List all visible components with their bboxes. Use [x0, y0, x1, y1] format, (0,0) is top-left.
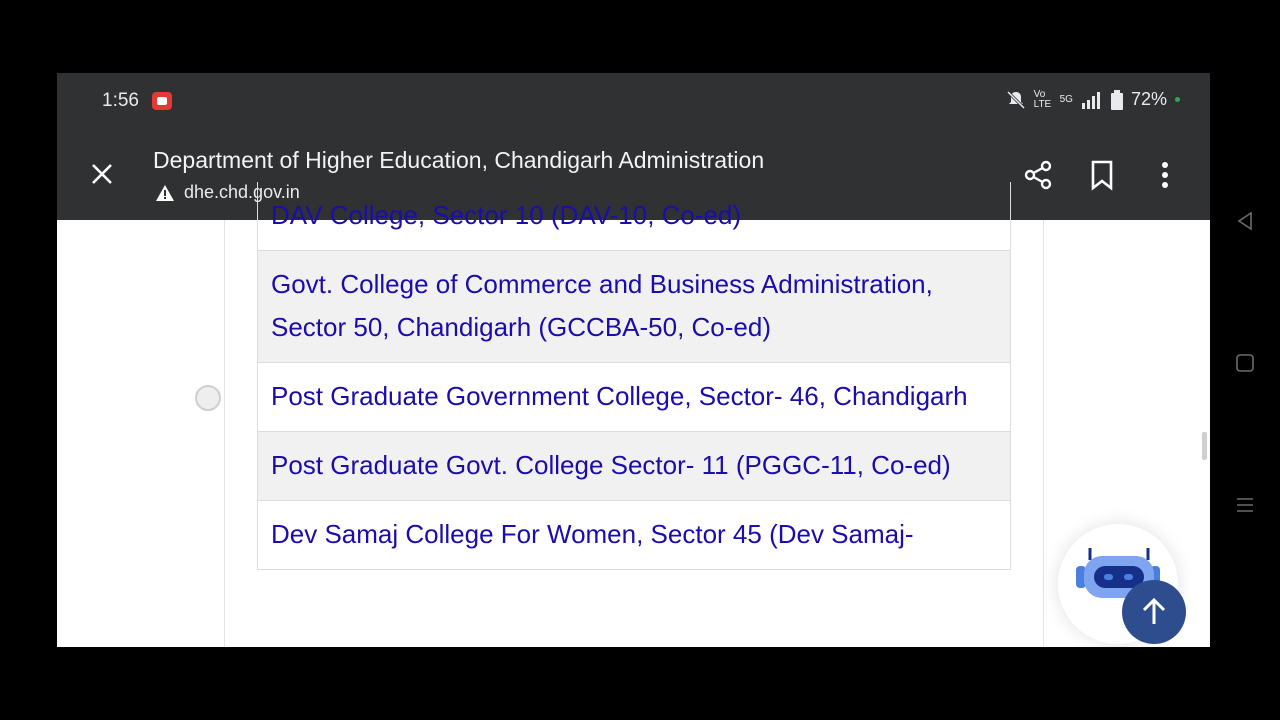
volte-label: Vo LTE: [1033, 88, 1052, 110]
bookmark-icon[interactable]: [1086, 159, 1118, 191]
status-time: 1:56: [102, 90, 139, 111]
college-link[interactable]: DAV College, Sector 10 (DAV-10, Co-ed): [258, 182, 1010, 251]
divider: [1043, 220, 1044, 647]
system-nav-bar: [1210, 73, 1280, 647]
page-content: DAV College, Sector 10 (DAV-10, Co-ed) G…: [57, 182, 1210, 647]
more-options-icon[interactable]: [1149, 159, 1181, 191]
back-icon[interactable]: [1234, 210, 1256, 232]
scrollbar-thumb[interactable]: [1202, 432, 1207, 460]
page-title: Department of Higher Education, Chandiga…: [153, 147, 765, 173]
battery-icon: [1110, 89, 1123, 110]
privacy-dot-icon: [1175, 97, 1180, 102]
status-bar: 1:56 Vo LTE 5G 72%: [57, 73, 1210, 129]
radio-button[interactable]: [195, 385, 221, 411]
divider: [224, 220, 225, 647]
college-link[interactable]: Dev Samaj College For Women, Sector 45 (…: [258, 501, 1010, 570]
scroll-to-top-button[interactable]: [1122, 580, 1186, 644]
screen-record-icon: [152, 92, 172, 110]
college-link[interactable]: Post Graduate Government College, Sector…: [258, 363, 1010, 432]
network-label: 5G: [1059, 94, 1073, 105]
close-icon[interactable]: [87, 159, 117, 189]
college-link[interactable]: Post Graduate Govt. College Sector- 11 (…: [258, 432, 1010, 501]
status-indicators: Vo LTE 5G 72%: [1006, 89, 1180, 110]
signal-icon: [1081, 91, 1100, 109]
arrow-up-icon: [1142, 597, 1166, 624]
college-table: DAV College, Sector 10 (DAV-10, Co-ed) G…: [257, 182, 1011, 570]
recents-icon[interactable]: [1234, 494, 1256, 516]
browser-screen: 1:56 Vo LTE 5G 72% Department of Higher …: [57, 73, 1210, 647]
share-icon[interactable]: [1022, 159, 1054, 191]
college-link[interactable]: Govt. College of Commerce and Business A…: [258, 251, 1010, 363]
battery-percent: 72%: [1130, 89, 1167, 109]
warning-icon: [156, 184, 174, 201]
home-icon[interactable]: [1234, 352, 1256, 374]
mute-bell-icon: [1006, 90, 1025, 109]
